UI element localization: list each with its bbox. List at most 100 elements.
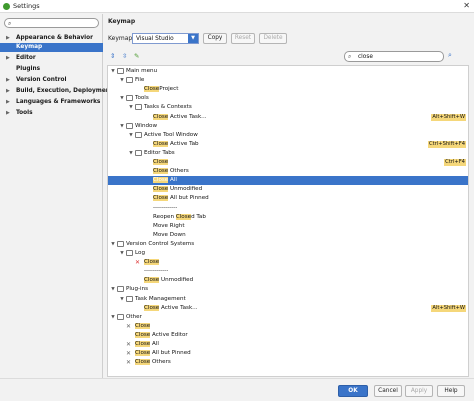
reset-button[interactable]: Reset <box>231 33 255 44</box>
tree-row[interactable]: ▼ File <box>108 76 468 85</box>
tree-row[interactable]: ▼ Window <box>108 122 468 131</box>
label-text: Other <box>126 313 142 320</box>
tree-row[interactable]: Close Active Task... Alt+Shift+W <box>108 304 468 313</box>
sidebar-item-version-control[interactable]: ▶ Version Control <box>0 76 103 85</box>
tree-row[interactable]: ▼ Tools <box>108 94 468 103</box>
tree-row[interactable]: Reopen Closed Tab <box>108 213 468 222</box>
tree-expander-icon[interactable]: ▼ <box>119 295 125 304</box>
tree-row[interactable]: ▼ Active Tool Window <box>108 131 468 140</box>
cancel-button[interactable]: Cancel <box>374 385 402 397</box>
tree-expander-icon[interactable]: ▼ <box>128 149 134 158</box>
tree-row[interactable]: Close All but Pinned <box>108 194 468 203</box>
copy-button[interactable]: Copy <box>203 33 227 44</box>
tree-row[interactable]: ▼ Other <box>108 313 468 322</box>
sidebar-item-editor[interactable]: ▶ Editor <box>0 54 103 63</box>
tree-row[interactable]: ------------ <box>108 204 468 213</box>
tree-expander-icon[interactable]: ▼ <box>128 131 134 140</box>
sidebar-item-label: Editor <box>16 55 36 61</box>
tree-row[interactable]: ▼ Task Management <box>108 295 468 304</box>
search-icon: ⌕ <box>348 53 352 60</box>
tree-row-label: Tasks & Contexts <box>144 103 192 112</box>
chevron-down-icon[interactable]: ▼ <box>188 34 198 43</box>
page-title: Keymap <box>108 18 136 25</box>
tree-row-label: Log <box>135 249 145 258</box>
close-icon: ✕ <box>126 350 132 358</box>
tree-row-label: Close Active Editor <box>135 331 188 340</box>
folder-icon <box>135 131 142 138</box>
help-button[interactable]: Help <box>437 385 465 397</box>
tree-row[interactable]: ▼ Tasks & Contexts <box>108 103 468 112</box>
tree-row[interactable]: ✕ Close All but Pinned <box>108 349 468 358</box>
tree-row[interactable]: ✕ Close Others <box>108 358 468 367</box>
sidebar-item-tools[interactable]: ▶ Tools <box>0 109 103 118</box>
tree-row-label: Editor Tabs <box>144 149 175 158</box>
tree-expander-icon[interactable]: ▼ <box>119 94 125 103</box>
sidebar-item-label: Appearance & Behavior <box>16 35 93 41</box>
tree-expander-icon[interactable]: ▼ <box>119 76 125 85</box>
shortcut-badge: Alt+Shift+W <box>431 304 466 312</box>
tree-row-label: Close Active Tab <box>153 140 199 149</box>
tree-row[interactable]: Close Unmodified <box>108 276 468 285</box>
sidebar-item-appearance[interactable]: ▶ Appearance & Behavior <box>0 34 103 43</box>
match-highlight: Close <box>153 186 169 193</box>
tree-row[interactable]: Close Others <box>108 167 468 176</box>
tree-expander-icon[interactable]: ▼ <box>110 240 116 249</box>
tree-row[interactable]: Move Right <box>108 222 468 231</box>
find-by-shortcut-icon[interactable]: ⌕ <box>448 51 452 60</box>
tree-row[interactable]: ▼ Version Control Systems <box>108 240 468 249</box>
sidebar-search-input[interactable]: ⌕ <box>4 18 99 28</box>
tree-row[interactable]: Close Unmodified <box>108 185 468 194</box>
tree-expander-icon[interactable]: ▼ <box>110 67 116 76</box>
tree-row[interactable]: ▼ Log <box>108 249 468 258</box>
action-tree[interactable]: ▼ Main menu ▼ File CloseProject ▼ Tools ▼ Tasks … <box>107 65 469 377</box>
sidebar-item-label: Version Control <box>16 77 67 83</box>
keymap-select[interactable]: Visual Studio ▼ <box>132 33 199 44</box>
tree-expander-icon[interactable]: ▼ <box>119 249 125 258</box>
tree-expander-icon[interactable]: ▼ <box>128 103 134 112</box>
tree-row[interactable]: Close Active Tab Ctrl+Shift+F4 <box>108 140 468 149</box>
sidebar-item-build[interactable]: ▶ Build, Execution, Deployment <box>0 87 113 96</box>
sidebar-item-languages[interactable]: ▶ Languages & Frameworks <box>0 98 103 107</box>
tree-row[interactable]: ▼ Editor Tabs <box>108 149 468 158</box>
label-text: Active Tool Window <box>144 131 198 138</box>
sidebar-item-plugins[interactable]: Plugins <box>0 65 103 74</box>
sidebar-item-keymap[interactable]: Keymap <box>0 43 103 52</box>
tree-row[interactable]: Close Ctrl+F4 <box>108 158 468 167</box>
delete-button[interactable]: Delete <box>259 33 287 44</box>
close-icon[interactable]: ✕ <box>463 1 470 10</box>
expand-arrow-icon: ▶ <box>6 55 10 61</box>
apply-button[interactable]: Apply <box>405 385 433 397</box>
tree-row-label: Main menu <box>126 67 157 76</box>
tree-row[interactable]: ✕ Close All <box>108 340 468 349</box>
sidebar-item-label: Plugins <box>16 66 41 72</box>
tree-expander-icon[interactable]: ▼ <box>110 313 116 322</box>
expand-arrow-icon: ▶ <box>6 77 10 83</box>
close-icon: ✕ <box>126 359 132 367</box>
folder-icon <box>135 149 142 156</box>
tree-row[interactable]: ✕ Close <box>108 258 468 267</box>
tree-row-label: Close <box>135 322 151 331</box>
tree-row[interactable]: Close Active Task... Alt+Shift+W <box>108 113 468 122</box>
tree-row[interactable]: Close Active Editor <box>108 331 468 340</box>
collapse-all-icon[interactable]: ⇳ <box>122 52 127 60</box>
close-icon: ✕ <box>126 322 132 330</box>
tree-row[interactable]: ▼ Plug-ins <box>108 285 468 294</box>
tree-row[interactable]: ▼ Main menu <box>108 67 468 76</box>
close-icon: ✕ <box>126 341 132 348</box>
close-icon: ✕ <box>135 259 141 267</box>
expand-all-icon[interactable]: ⇕ <box>110 52 115 60</box>
ok-button[interactable]: OK <box>338 385 368 397</box>
tree-expander-icon[interactable]: ▼ <box>110 285 116 294</box>
sidebar-item-label: Build, Execution, Deployment <box>16 88 113 94</box>
tree-row-label: Close All <box>153 176 177 185</box>
tree-row[interactable]: ------------ <box>108 267 468 276</box>
tree-row[interactable]: Move Down <box>108 231 468 240</box>
tree-row[interactable]: ✕ Close <box>108 322 468 331</box>
label-text: ------------ <box>144 268 169 275</box>
match-highlight: Close <box>175 213 192 220</box>
edit-icon[interactable]: ✎ <box>134 52 139 60</box>
tree-row[interactable]: Close All <box>108 176 468 186</box>
tree-expander-icon[interactable]: ▼ <box>119 122 125 131</box>
shortcut-filter-input[interactable]: ⌕ close <box>344 51 444 62</box>
tree-row[interactable]: CloseProject <box>108 85 468 94</box>
